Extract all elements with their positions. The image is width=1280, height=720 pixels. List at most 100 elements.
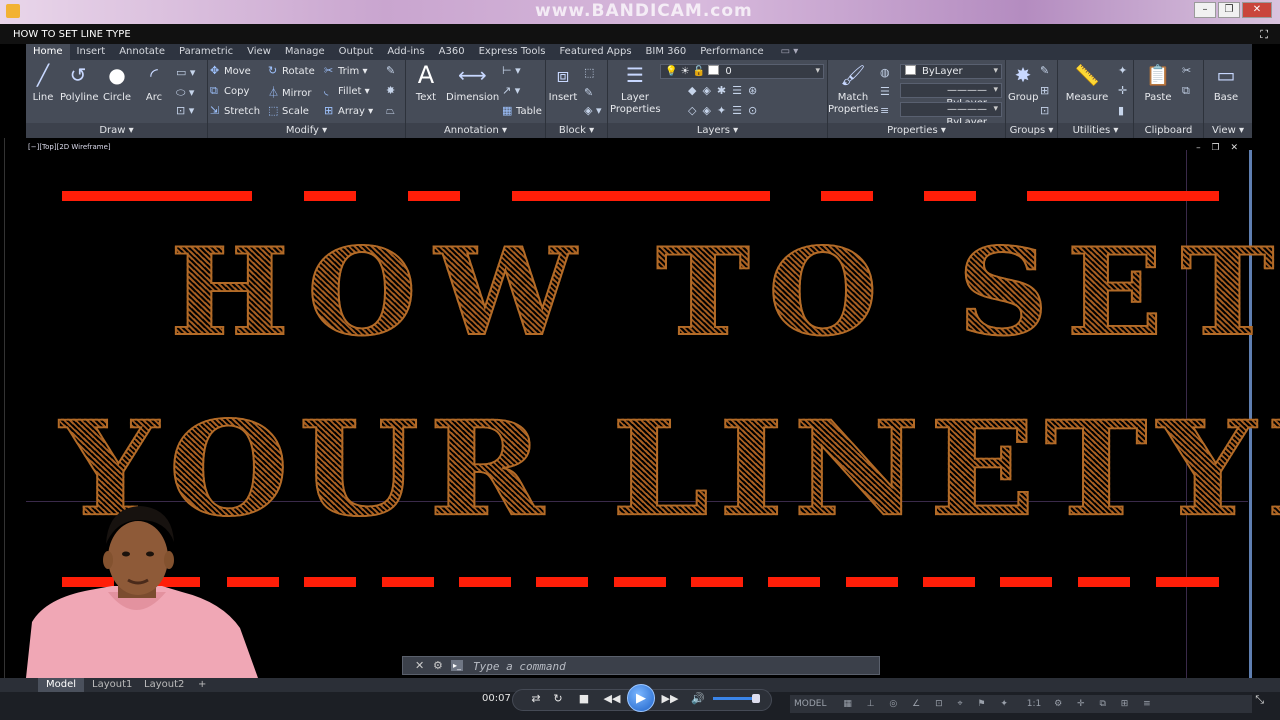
close-button[interactable]: ✕ (1242, 2, 1272, 18)
command-prompt-icon[interactable]: ▸_ (451, 660, 463, 671)
move-tool[interactable]: ✥ Move (210, 64, 251, 77)
multileader-icon[interactable]: ↗ ▾ (502, 84, 520, 97)
status-tools-icons[interactable]: ⚙ ✛ ⧉ ⊞ ≡ (1054, 699, 1157, 709)
text-tool[interactable]: A Text (410, 62, 442, 103)
tab-add-ins[interactable]: Add-ins (380, 44, 431, 60)
utilities-panel-title[interactable]: Utilities ▾ (1058, 123, 1133, 138)
app-icon (6, 4, 20, 18)
play-button[interactable]: ▶ (627, 684, 655, 712)
explode-icon[interactable]: ✸ (386, 84, 395, 97)
quick-calc-icon[interactable]: ✦ (1118, 64, 1127, 77)
clipboard-panel-title[interactable]: Clipboard (1134, 123, 1203, 138)
wrench-icon[interactable]: ⚙ (433, 659, 443, 672)
tab-parametric[interactable]: Parametric (172, 44, 240, 60)
edit-block-icon[interactable]: ✎ (584, 86, 593, 99)
tab-home[interactable]: Home (26, 44, 70, 60)
command-input[interactable] (473, 658, 873, 674)
annotation-scale[interactable]: 1:1 (1027, 699, 1041, 709)
layer-tools-row1[interactable]: ◆◈✱☰⊛ (688, 84, 763, 97)
paste-tool[interactable]: 📋 Paste (1140, 62, 1176, 103)
volume-icon[interactable]: 🔊 (690, 690, 706, 708)
array-tool[interactable]: ⊞ Array ▾ (324, 104, 373, 117)
block-panel-title[interactable]: Block ▾ (546, 123, 607, 138)
minimize-button[interactable]: – (1194, 2, 1216, 18)
ungroup-icon[interactable]: ✎ (1040, 64, 1049, 77)
tab-featured-apps[interactable]: Featured Apps (552, 44, 638, 60)
dimension-tool[interactable]: ⟷ Dimension (446, 62, 499, 103)
match-properties-tool[interactable]: 🖌 Match Properties (828, 62, 879, 116)
rotate-tool[interactable]: ↻ Rotate (268, 64, 315, 77)
modify-panel-title[interactable]: Modify ▾ (208, 123, 405, 138)
status-toggle-icons[interactable]: ▦ ⊥ ◎ ∠ ⊡ ⌖ ⚑ ✦ (843, 699, 1014, 709)
draw-panel-title[interactable]: Draw ▾ (26, 123, 207, 138)
offset-icon[interactable]: ⏢ (386, 104, 395, 118)
line-tool[interactable]: ╱ Line (28, 62, 58, 103)
tab-layout1[interactable]: Layout1 (84, 678, 140, 692)
circle-tool[interactable]: ● Circle (102, 62, 132, 103)
tab-output[interactable]: Output (332, 44, 381, 60)
rectangle-icon[interactable]: ▭ ▾ (176, 66, 195, 79)
copy-tool[interactable]: ⧉ Copy (210, 84, 249, 98)
block-attributes-icon[interactable]: ◈ ▾ (584, 104, 601, 117)
properties-panel-title[interactable]: Properties ▾ (828, 123, 1005, 138)
arc-tool[interactable]: ◜ Arc (140, 62, 168, 103)
model-space-button[interactable]: MODEL (794, 699, 826, 709)
viewport-label[interactable]: [−][Top][2D Wireframe] (28, 143, 111, 151)
layer-tools-row2[interactable]: ◇◈✦☰⊙ (688, 104, 763, 117)
tab-a360[interactable]: A360 (432, 44, 472, 60)
tab-bim-360[interactable]: BIM 360 (639, 44, 694, 60)
color-dropdown[interactable]: ByLayer (900, 64, 1002, 79)
viewport-controls[interactable]: – ❐ ✕ (1196, 143, 1242, 153)
stretch-tool[interactable]: ⇲ Stretch (210, 104, 260, 117)
tab-model[interactable]: Model (38, 678, 85, 692)
layers-panel-title[interactable]: Layers ▾ (608, 123, 827, 138)
table-tool[interactable]: ▦ Table (502, 104, 542, 117)
tab-layout2[interactable]: Layout2 (136, 678, 192, 692)
layer-properties-tool[interactable]: ☰ Layer Properties (610, 62, 661, 116)
tab-performance[interactable]: Performance (693, 44, 770, 60)
cut-icon[interactable]: ✂ (1182, 64, 1191, 77)
group-select-icon[interactable]: ⊡ (1040, 104, 1049, 117)
shuffle-icon[interactable]: ⇄ (528, 690, 544, 708)
measure-tool[interactable]: 📏 Measure (1062, 62, 1112, 103)
view-panel-title[interactable]: View ▾ (1204, 123, 1252, 138)
fillet-tool[interactable]: ◟ Fillet ▾ (324, 84, 370, 97)
id-point-icon[interactable]: ▮ (1118, 104, 1124, 117)
repeat-icon[interactable]: ↻ (550, 690, 566, 708)
hatch-icon[interactable]: ⬭ ▾ (176, 86, 194, 100)
mirror-tool[interactable]: ⏃ Mirror (268, 84, 311, 100)
copy-clip-icon[interactable]: ⧉ (1182, 84, 1190, 98)
tab-annotate[interactable]: Annotate (112, 44, 172, 60)
erase-icon[interactable]: ✎ (386, 64, 395, 77)
groups-panel-title[interactable]: Groups ▾ (1006, 123, 1057, 138)
base-tool[interactable]: ▭ Base (1208, 62, 1244, 103)
fullscreen-icon[interactable]: ⛶ (1260, 28, 1268, 42)
tab-view[interactable]: View (240, 44, 278, 60)
resize-icon[interactable]: ⤡ (1255, 693, 1264, 707)
fast-forward-icon[interactable]: ▶▶ (660, 690, 680, 708)
create-block-icon[interactable]: ⬚ (584, 66, 594, 79)
tab-insert[interactable]: Insert (70, 44, 113, 60)
annotation-panel-title[interactable]: Annotation ▾ (406, 123, 545, 138)
tab-express-tools[interactable]: Express Tools (472, 44, 553, 60)
point-icon[interactable]: ✛ (1118, 84, 1127, 97)
boundary-icon[interactable]: ⊡ ▾ (176, 104, 194, 117)
restore-button[interactable]: ❐ (1218, 2, 1240, 18)
volume-slider[interactable] (713, 694, 760, 703)
scale-tool[interactable]: ⬚ Scale (268, 104, 309, 117)
insert-tool[interactable]: ⧈ Insert (546, 62, 580, 103)
tab-manage[interactable]: Manage (278, 44, 332, 60)
stop-icon[interactable]: ■ (576, 690, 592, 708)
polyline-tool[interactable]: ↺ Polyline (60, 62, 99, 103)
group-tool[interactable]: ✸ Group (1008, 62, 1038, 103)
layer-dropdown[interactable]: 💡 ☀ 🔓 0 (660, 64, 824, 79)
rewind-icon[interactable]: ◀◀ (602, 690, 622, 708)
linetype-dropdown[interactable]: ———— ByLayer (900, 83, 1002, 109)
group-edit-icon[interactable]: ⊞ (1040, 84, 1049, 97)
ribbon-toggle-icon[interactable]: ▭ ▾ (771, 44, 809, 60)
trim-tool[interactable]: ✂ Trim ▾ (324, 64, 367, 77)
close-command-icon[interactable]: ✕ (415, 659, 424, 672)
leader-icon[interactable]: ⊢ ▾ (502, 64, 521, 77)
add-layout-button[interactable]: + (190, 678, 214, 692)
lineweight-dropdown[interactable]: ———— ByLayer (900, 102, 1002, 128)
